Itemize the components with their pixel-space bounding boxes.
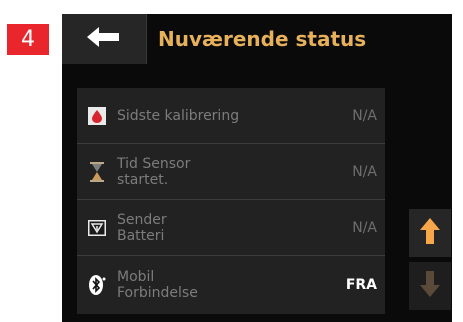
back-button[interactable] bbox=[62, 14, 147, 64]
hourglass-icon bbox=[77, 161, 117, 182]
status-value: FRA bbox=[345, 277, 377, 293]
status-list: Sidste kalibrering N/A Tid Sensor starte… bbox=[77, 88, 385, 314]
status-row-last-calibration: Sidste kalibrering N/A bbox=[77, 88, 385, 144]
status-row-transmitter-battery: Sender Batteri N/A bbox=[77, 200, 385, 256]
status-label: Mobil Forbindelse bbox=[117, 269, 198, 301]
status-value: N/A bbox=[352, 219, 377, 236]
step-number-badge: 4 bbox=[7, 24, 49, 55]
page-title: Nuværende status bbox=[158, 27, 367, 51]
status-row-sensor-start-time: Tid Sensor startet. N/A bbox=[77, 144, 385, 200]
back-arrow-icon bbox=[87, 27, 121, 51]
blood-drop-icon bbox=[77, 106, 117, 125]
arrow-down-icon bbox=[420, 271, 440, 301]
scroll-up-button[interactable] bbox=[409, 209, 451, 257]
arrow-up-icon bbox=[420, 218, 440, 248]
bluetooth-icon bbox=[77, 274, 117, 296]
transmitter-icon bbox=[77, 219, 117, 236]
status-label: Tid Sensor startet. bbox=[117, 155, 191, 188]
status-label: Sender Batteri bbox=[117, 211, 167, 244]
status-row-mobile-connection: Mobil Forbindelse FRA bbox=[77, 256, 385, 314]
status-value: N/A bbox=[352, 163, 377, 180]
status-label: Sidste kalibrering bbox=[117, 107, 240, 124]
scroll-down-button[interactable] bbox=[409, 262, 451, 310]
status-value: N/A bbox=[352, 107, 377, 124]
